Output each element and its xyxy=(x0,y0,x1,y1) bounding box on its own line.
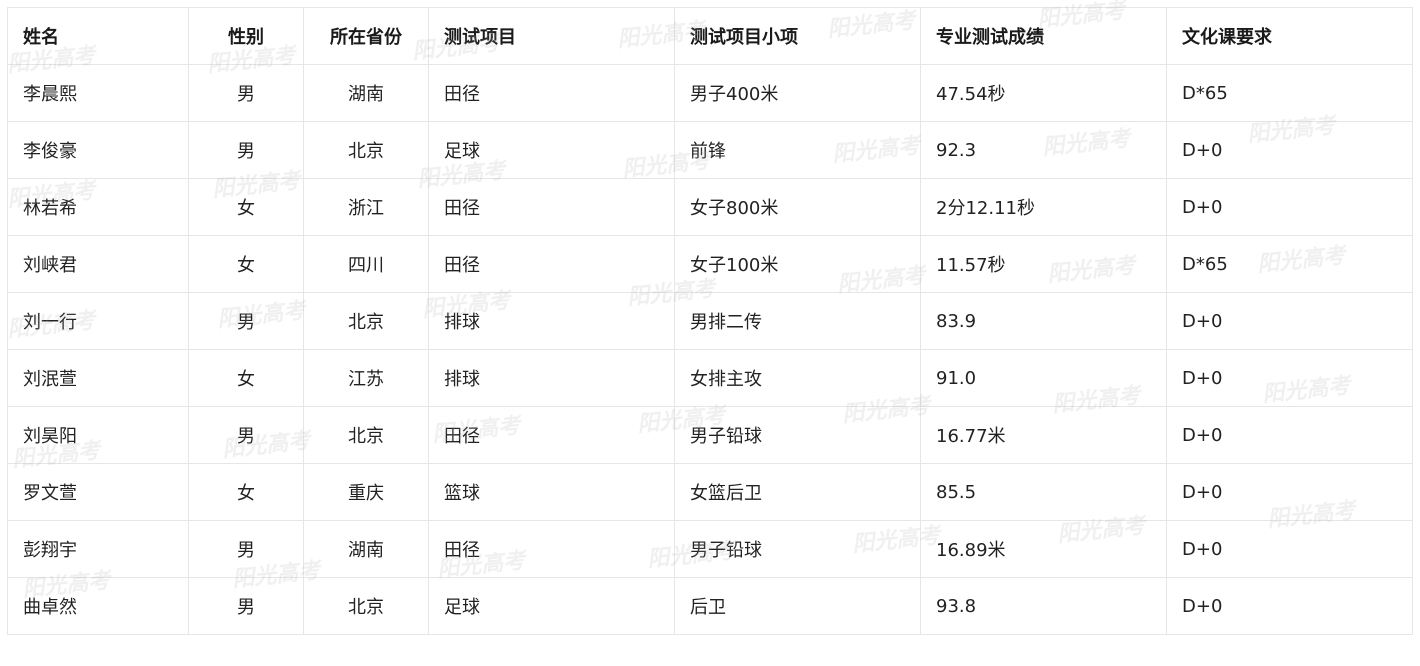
header-culture-requirement: 文化课要求 xyxy=(1166,7,1413,65)
cell-province: 北京 xyxy=(303,121,429,179)
cell-score: 2分12.11秒 xyxy=(920,178,1167,236)
cell-gender: 女 xyxy=(188,349,304,407)
table-row: 罗文萱女重庆 篮球 女篮后卫 85.5 D+0 xyxy=(7,463,1413,521)
cell-gender: 女 xyxy=(188,463,304,521)
table-row: 彭翔宇男湖南 田径 男子铅球 16.89米 D+0 xyxy=(7,520,1413,578)
header-province: 所在省份 xyxy=(303,7,429,65)
table-header-row: 姓名 性别 所在省份 测试项目 测试项目小项 专业测试成绩 文化课要求 xyxy=(7,7,1413,65)
cell-test-item: 篮球 xyxy=(428,463,675,521)
cell-score: 11.57秒 xyxy=(920,235,1167,293)
cell-score: 92.3 xyxy=(920,121,1167,179)
table-row: 刘一行男北京 排球 男排二传 83.9 D+0 xyxy=(7,292,1413,350)
table-row: 李俊豪男北京 足球 前锋 92.3 D+0 xyxy=(7,121,1413,179)
table-row: 林若希女浙江 田径 女子800米 2分12.11秒 D+0 xyxy=(7,178,1413,236)
results-table-container: 姓名 性别 所在省份 测试项目 测试项目小项 专业测试成绩 文化课要求 李晨熙男… xyxy=(6,0,1413,652)
cell-test-subitem: 女排主攻 xyxy=(674,349,921,407)
cell-test-subitem: 女篮后卫 xyxy=(674,463,921,521)
cell-test-item: 足球 xyxy=(428,577,675,635)
cell-province: 重庆 xyxy=(303,463,429,521)
cell-test-subitem: 女子800米 xyxy=(674,178,921,236)
cell-name: 李俊豪 xyxy=(7,121,189,179)
cell-gender: 女 xyxy=(188,235,304,293)
table-row: 李晨熙男湖南 田径 男子400米 47.54秒 D*65 xyxy=(7,64,1413,122)
cell-test-subitem: 男子400米 xyxy=(674,64,921,122)
cell-name: 刘峡君 xyxy=(7,235,189,293)
cell-score: 47.54秒 xyxy=(920,64,1167,122)
header-test-item: 测试项目 xyxy=(428,7,675,65)
cell-gender: 男 xyxy=(188,121,304,179)
cell-province: 北京 xyxy=(303,292,429,350)
table-row: 刘峡君女四川 田径 女子100米 11.57秒 D*65 xyxy=(7,235,1413,293)
cell-score: 93.8 xyxy=(920,577,1167,635)
cell-test-item: 田径 xyxy=(428,64,675,122)
cell-gender: 男 xyxy=(188,577,304,635)
cell-culture-requirement: D*65 xyxy=(1166,64,1413,122)
cell-test-item: 田径 xyxy=(428,520,675,578)
cell-province: 湖南 xyxy=(303,520,429,578)
cell-gender: 男 xyxy=(188,64,304,122)
cell-name: 彭翔宇 xyxy=(7,520,189,578)
cell-test-item: 足球 xyxy=(428,121,675,179)
cell-score: 91.0 xyxy=(920,349,1167,407)
cell-gender: 女 xyxy=(188,178,304,236)
cell-test-item: 田径 xyxy=(428,406,675,464)
cell-test-item: 排球 xyxy=(428,292,675,350)
cell-province: 浙江 xyxy=(303,178,429,236)
cell-name: 林若希 xyxy=(7,178,189,236)
cell-test-subitem: 女子100米 xyxy=(674,235,921,293)
cell-name: 曲卓然 xyxy=(7,577,189,635)
cell-name: 刘昊阳 xyxy=(7,406,189,464)
cell-culture-requirement: D+0 xyxy=(1166,121,1413,179)
cell-gender: 男 xyxy=(188,406,304,464)
cell-culture-requirement: D+0 xyxy=(1166,463,1413,521)
cell-gender: 男 xyxy=(188,520,304,578)
header-test-subitem: 测试项目小项 xyxy=(674,7,921,65)
cell-test-item: 田径 xyxy=(428,235,675,293)
cell-culture-requirement: D+0 xyxy=(1166,178,1413,236)
cell-culture-requirement: D+0 xyxy=(1166,349,1413,407)
header-gender: 性别 xyxy=(188,7,304,65)
header-score: 专业测试成绩 xyxy=(920,7,1167,65)
cell-test-subitem: 后卫 xyxy=(674,577,921,635)
table-row: 曲卓然男北京 足球 后卫 93.8 D+0 xyxy=(7,577,1413,635)
cell-name: 罗文萱 xyxy=(7,463,189,521)
cell-province: 江苏 xyxy=(303,349,429,407)
cell-score: 85.5 xyxy=(920,463,1167,521)
admission-results-table: 姓名 性别 所在省份 测试项目 测试项目小项 专业测试成绩 文化课要求 李晨熙男… xyxy=(7,7,1413,635)
cell-test-item: 田径 xyxy=(428,178,675,236)
cell-gender: 男 xyxy=(188,292,304,350)
cell-culture-requirement: D+0 xyxy=(1166,406,1413,464)
cell-culture-requirement: D+0 xyxy=(1166,577,1413,635)
table-row: 刘泯萱女江苏 排球 女排主攻 91.0 D+0 xyxy=(7,349,1413,407)
cell-province: 四川 xyxy=(303,235,429,293)
cell-culture-requirement: D*65 xyxy=(1166,235,1413,293)
cell-province: 北京 xyxy=(303,577,429,635)
cell-culture-requirement: D+0 xyxy=(1166,520,1413,578)
cell-name: 李晨熙 xyxy=(7,64,189,122)
cell-test-subitem: 男子铅球 xyxy=(674,520,921,578)
header-name: 姓名 xyxy=(7,7,189,65)
cell-name: 刘一行 xyxy=(7,292,189,350)
cell-name: 刘泯萱 xyxy=(7,349,189,407)
cell-score: 16.77米 xyxy=(920,406,1167,464)
cell-score: 83.9 xyxy=(920,292,1167,350)
cell-test-subitem: 前锋 xyxy=(674,121,921,179)
cell-test-item: 排球 xyxy=(428,349,675,407)
cell-test-subitem: 男子铅球 xyxy=(674,406,921,464)
cell-culture-requirement: D+0 xyxy=(1166,292,1413,350)
cell-province: 北京 xyxy=(303,406,429,464)
cell-province: 湖南 xyxy=(303,64,429,122)
table-row: 刘昊阳男北京 田径 男子铅球 16.77米 D+0 xyxy=(7,406,1413,464)
cell-score: 16.89米 xyxy=(920,520,1167,578)
table-body: 李晨熙男湖南 田径 男子400米 47.54秒 D*65 李俊豪男北京 足球 前锋 92.3 D+… xyxy=(7,64,1413,635)
cell-test-subitem: 男排二传 xyxy=(674,292,921,350)
